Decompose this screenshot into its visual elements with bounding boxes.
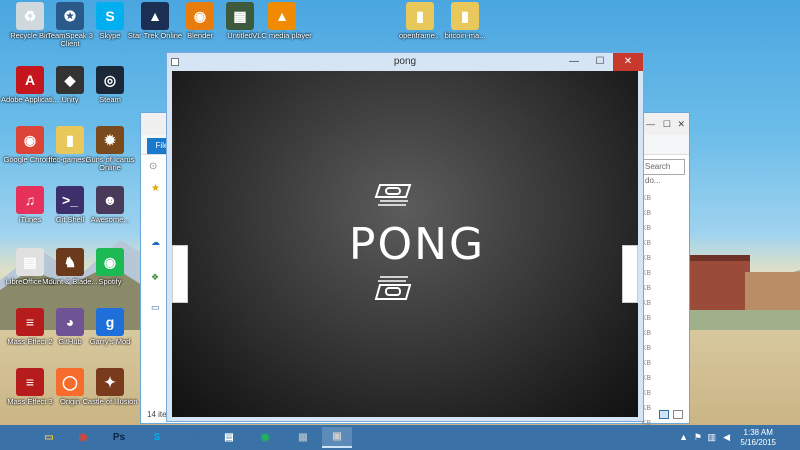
onedrive-icon[interactable]: ☁ (151, 237, 160, 248)
explorer-close-icon[interactable]: ✕ (677, 119, 685, 130)
app-icon: S (96, 2, 124, 30)
app-icon: ▦ (226, 2, 254, 30)
desktop-icon[interactable]: ✹ Guns of Icarus Online (80, 126, 140, 173)
homegroup-icon[interactable]: ❖ (151, 272, 159, 283)
taskbar-spotify-button[interactable]: ◉ (250, 427, 280, 448)
favorites-star-icon[interactable]: ★ (151, 183, 160, 194)
taskbar: ▭ ◉ Ps S ⟳ ▤ ◉ ▦ ▣ ▲ ⚑ ▥ ◀ 1:38 AM 5/16/2015 (0, 425, 800, 450)
search-input[interactable]: Search do... (641, 159, 685, 185)
app-icon: ✦ (96, 368, 124, 396)
desktop-icon-label: Guns of Icarus Online (85, 155, 135, 173)
details-view-icon[interactable] (659, 410, 669, 419)
desktop-icon-label: Castle of Illusion (82, 397, 138, 406)
desktop-icon[interactable]: ✦ Castle of Illusion (80, 368, 140, 406)
left-paddle (172, 245, 188, 303)
clock-time: 1:38 AM (743, 428, 773, 437)
close-button[interactable]: ✕ (613, 53, 643, 71)
desktop-icon-label: Spotify (98, 277, 122, 286)
desktop-icon-label: Awesome... (90, 215, 130, 224)
clock-date: 5/16/2015 (740, 438, 776, 447)
clock[interactable]: 1:38 AM 5/16/2015 (740, 428, 776, 448)
app-icon: ◉ (96, 248, 124, 276)
taskbar-file-explorer-button[interactable]: ▭ (34, 427, 64, 448)
taskbar-photoshop-button[interactable]: Ps (104, 427, 134, 448)
status-bar: 14 ite (147, 410, 167, 419)
taskbar-pong-button[interactable]: ▣ (322, 427, 352, 448)
bottom-emblem-icon (374, 276, 412, 300)
app-icon: ◎ (96, 66, 124, 94)
desktop-icon[interactable]: ☻ Awesome... (80, 186, 140, 224)
desktop-icon[interactable]: ◉ Spotify (80, 248, 140, 286)
app-icon: ▮ (451, 2, 479, 30)
navigation-pane[interactable]: ★ ☁ ❖ ▭ (141, 177, 169, 407)
app-icon: ☻ (96, 186, 124, 214)
taskbar-chrome-button[interactable]: ◉ (68, 427, 98, 448)
desktop-icon-label: bitcoin-ma... (444, 31, 486, 40)
pong-window[interactable]: pong — ☐ ✕ PONG (166, 52, 644, 422)
minimize-button[interactable]: — (561, 53, 587, 71)
window-system-icon[interactable] (171, 58, 179, 66)
pong-titlebar[interactable]: pong — ☐ ✕ (167, 53, 643, 71)
explorer-minimize-icon[interactable]: — (646, 119, 655, 129)
top-emblem-icon (374, 184, 412, 206)
desktop-icon[interactable]: g Garry's Mod (80, 308, 140, 346)
back-arrow-icon[interactable]: ⊙ (149, 161, 157, 172)
right-paddle (622, 245, 638, 303)
maximize-button[interactable]: ☐ (587, 53, 613, 71)
desktop-icon[interactable]: ▲ VLC media player (252, 2, 312, 40)
large-icons-view-icon[interactable] (673, 410, 683, 419)
taskbar-image-viewer-button[interactable]: ▦ (288, 427, 318, 448)
app-icon: ▲ (141, 2, 169, 30)
taskbar-sync-button[interactable]: ⟳ (178, 427, 208, 448)
volume-icon[interactable]: ◀ (723, 432, 730, 443)
pong-logo: PONG (348, 219, 486, 270)
app-icon: ▲ (268, 2, 296, 30)
network-icon[interactable]: ▥ (707, 432, 716, 443)
taskbar-document-button[interactable]: ▤ (214, 427, 244, 448)
tray-arrow-icon[interactable]: ▲ (679, 432, 688, 442)
app-icon: ✹ (96, 126, 124, 154)
desktop-icon[interactable]: ▮ bitcoin-ma... (435, 2, 495, 40)
desktop-icon-label: Steam (99, 95, 121, 104)
desktop-icon[interactable]: ◎ Steam (80, 66, 140, 104)
app-icon: ▮ (406, 2, 434, 30)
app-icon: g (96, 308, 124, 336)
game-canvas[interactable]: PONG (172, 71, 638, 417)
desktop-wallpaper-barn (690, 255, 750, 310)
explorer-maximize-icon[interactable]: ☐ (663, 119, 671, 130)
this-pc-icon[interactable]: ▭ (151, 302, 160, 313)
desktop-icon-label: VLC media player (252, 31, 312, 40)
window-title: pong (393, 56, 417, 67)
taskbar-skype-button[interactable]: S (142, 427, 172, 448)
desktop-icon-label: Garry's Mod (89, 337, 131, 346)
flag-icon[interactable]: ⚑ (694, 432, 702, 443)
desktop-wallpaper-shed (745, 272, 800, 310)
